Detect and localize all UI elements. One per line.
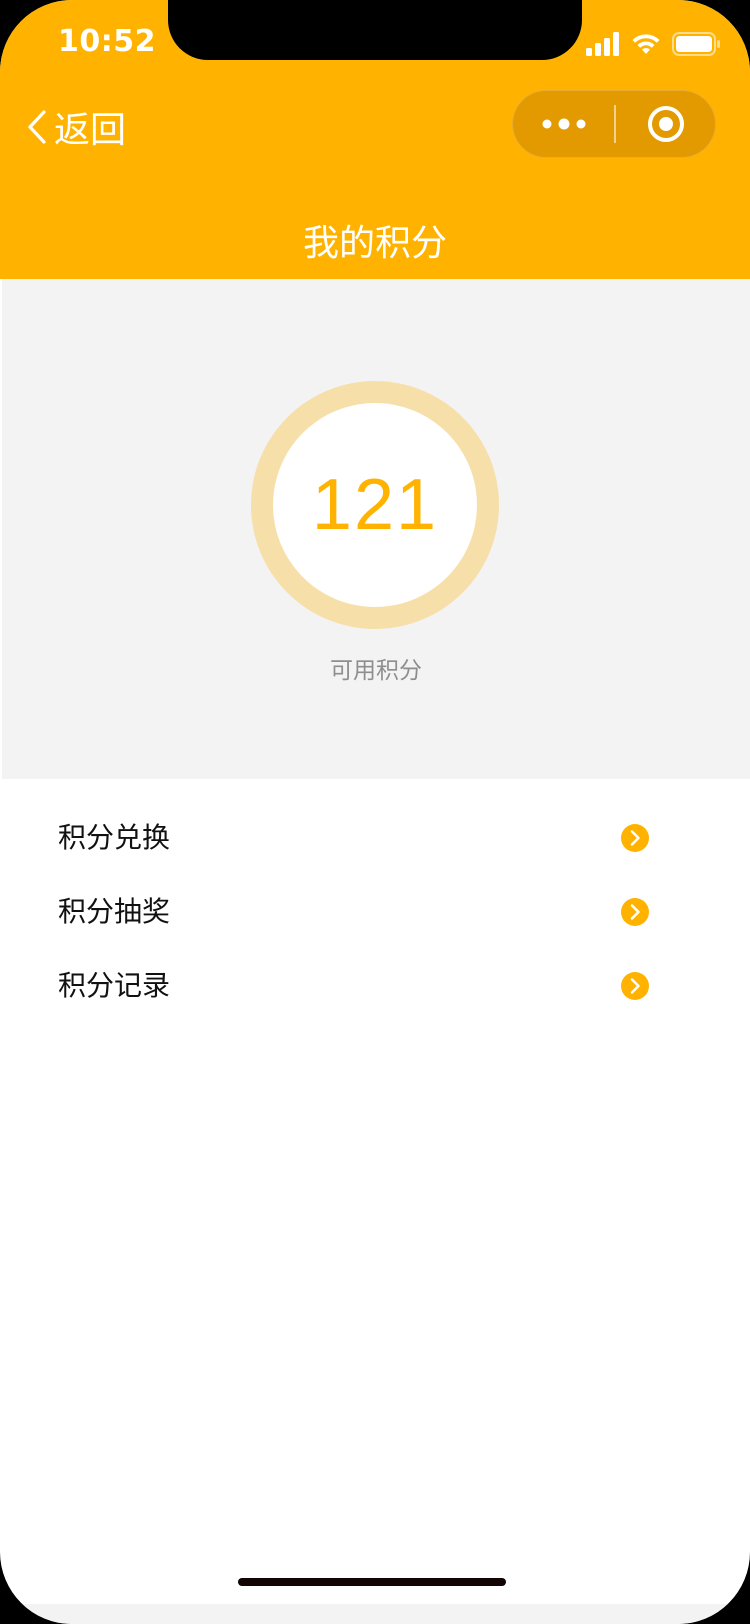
menu-item-records[interactable]: 积分记录 xyxy=(0,948,750,1022)
menu-item-lottery[interactable]: 积分抽奖 xyxy=(0,874,750,948)
mini-program-capsule xyxy=(512,90,716,158)
battery-icon xyxy=(672,32,720,56)
phone-screen: 10:52 返回 我的积分 121 可用积分 积分兑换 积分抽奖 积分记录 xyxy=(0,0,750,1624)
points-label: 可用积分 xyxy=(330,658,422,684)
close-button[interactable] xyxy=(616,91,716,157)
chevron-right-circle-icon xyxy=(621,972,649,1000)
more-button[interactable] xyxy=(513,91,615,157)
menu-item-label: 积分抽奖 xyxy=(58,895,171,928)
device-notch xyxy=(168,0,582,60)
back-button[interactable]: 返回 xyxy=(26,102,126,152)
wifi-icon xyxy=(632,34,660,54)
target-close-icon xyxy=(648,106,684,142)
cellular-signal-icon xyxy=(586,32,619,56)
menu-item-exchange[interactable]: 积分兑换 xyxy=(0,800,750,874)
chevron-right-circle-icon xyxy=(621,824,649,852)
home-indicator[interactable] xyxy=(238,1578,506,1586)
back-label: 返回 xyxy=(54,110,127,151)
header-bar: 10:52 返回 我的积分 xyxy=(0,0,750,279)
status-time: 10:52 xyxy=(58,24,156,59)
points-ring: 121 xyxy=(251,381,499,629)
more-dots-icon xyxy=(542,118,586,130)
menu-list: 积分兑换 积分抽奖 积分记录 xyxy=(0,800,750,1022)
points-ring-inner: 121 xyxy=(273,403,477,607)
status-icons xyxy=(586,30,720,58)
page-title: 我的积分 xyxy=(302,223,447,264)
points-value: 121 xyxy=(311,465,439,545)
menu-item-label: 积分兑换 xyxy=(58,821,171,854)
menu-item-label: 积分记录 xyxy=(58,969,171,1002)
chevron-right-circle-icon xyxy=(621,898,649,926)
points-summary: 121 可用积分 xyxy=(2,279,750,779)
chevron-left-icon xyxy=(28,110,46,144)
bottom-strip xyxy=(0,1604,750,1624)
